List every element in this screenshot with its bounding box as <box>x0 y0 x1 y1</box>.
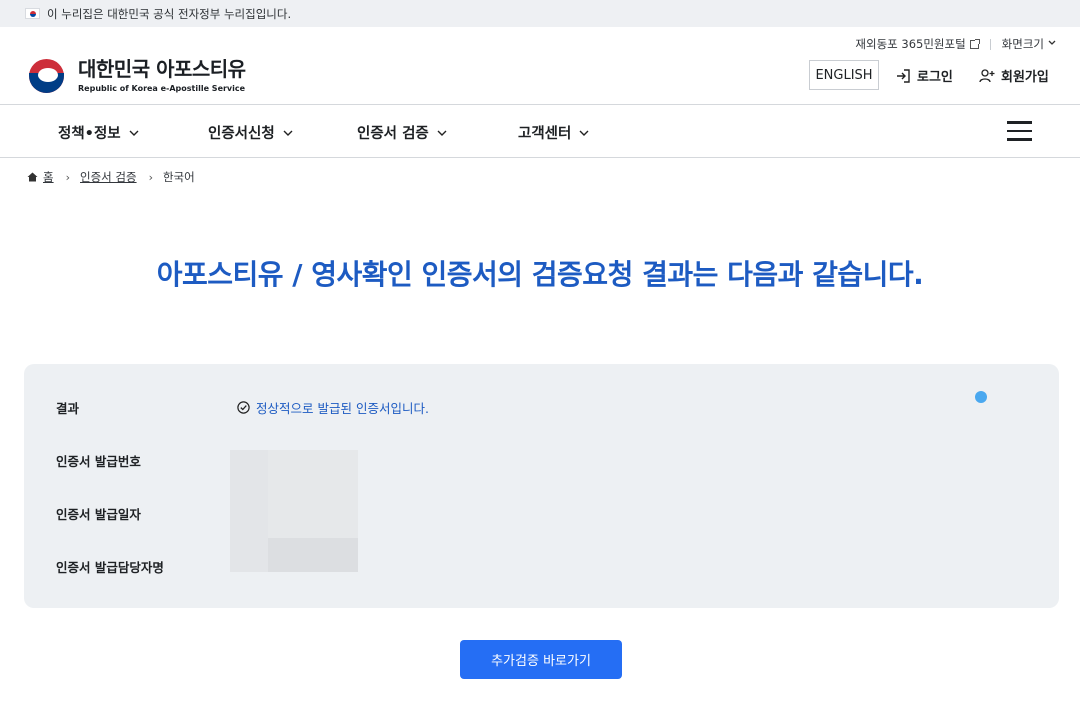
page-title: 아포스티유 / 영사확인 인증서의 검증요청 결과는 다음과 같습니다. <box>156 258 924 291</box>
gov-official-banner: 이 누리집은 대한민국 공식 전자정부 누리집입니다. <box>0 0 1080 27</box>
chevron-down-icon <box>1048 39 1056 49</box>
check-circle-icon <box>237 401 250 414</box>
site-logo[interactable]: 대한민국 아포스티유 Republic of Korea e-Apostille… <box>24 53 246 98</box>
verification-result-panel: 결과 인증서 발급번호 인증서 발급일자 인증서 발급담당자명 정상적으로 발급… <box>24 364 1059 608</box>
breadcrumb-current: 한국어 <box>162 170 195 184</box>
result-status: 정상적으로 발급된 인증서입니다. <box>237 398 429 417</box>
utility-bar: 재외동포 365민원포털 화면크기 <box>855 36 1056 52</box>
redacted-values <box>230 450 358 572</box>
nav-item-policy[interactable]: 정책•정보 <box>58 122 139 143</box>
nav-label: 인증서신청 <box>208 126 275 142</box>
breadcrumb: 홈 › 인증서 검증 › 한국어 <box>27 169 195 185</box>
indicator-dot <box>975 391 987 403</box>
menu-icon[interactable] <box>1007 121 1032 141</box>
additional-verify-button[interactable]: 추가검증 바로가기 <box>460 640 622 679</box>
issuer-name-label: 인증서 발급담당자명 <box>56 560 164 575</box>
result-label: 결과 <box>56 401 80 416</box>
logo-title: 대한민국 아포스티유 <box>78 57 246 81</box>
nav-item-verify[interactable]: 인증서 검증 <box>357 122 447 143</box>
chevron-down-icon <box>283 125 293 141</box>
home-icon <box>27 172 38 182</box>
nav-item-apply[interactable]: 인증서신청 <box>208 122 293 143</box>
chevron-right-icon: › <box>65 170 70 184</box>
nav-label: 고객센터 <box>518 126 572 142</box>
chevron-down-icon <box>579 125 589 141</box>
join-link[interactable]: 회원가입 <box>979 66 1049 85</box>
login-icon <box>897 68 910 83</box>
result-status-text: 정상적으로 발급된 인증서입니다. <box>256 401 429 416</box>
screen-size-button[interactable]: 화면크기 <box>1002 36 1044 52</box>
main-nav: 정책•정보 인증서신청 인증서 검증 고객센터 <box>0 104 1080 158</box>
gov-banner-text: 이 누리집은 대한민국 공식 전자정부 누리집입니다. <box>47 6 292 21</box>
nav-item-support[interactable]: 고객센터 <box>518 122 589 143</box>
logo-subtitle: Republic of Korea e-Apostille Service <box>78 84 246 93</box>
login-label: 로그인 <box>917 70 953 85</box>
chevron-right-icon: › <box>148 170 153 184</box>
chevron-down-icon <box>437 125 447 141</box>
join-label: 회원가입 <box>1001 70 1049 85</box>
portal-link[interactable]: 재외동포 365민원포털 <box>855 36 965 52</box>
issue-date-label: 인증서 발급일자 <box>56 507 141 522</box>
breadcrumb-home[interactable]: 홈 <box>43 169 54 185</box>
chevron-down-icon <box>129 125 139 141</box>
nav-label: 인증서 검증 <box>357 126 429 142</box>
gov-emblem-icon <box>24 53 69 98</box>
issue-number-label: 인증서 발급번호 <box>56 454 141 469</box>
breadcrumb-parent[interactable]: 인증서 검증 <box>80 169 137 185</box>
english-button[interactable]: ENGLISH <box>809 60 879 90</box>
korea-flag-icon <box>25 8 40 19</box>
add-user-icon <box>979 68 995 82</box>
divider <box>989 38 991 50</box>
external-link-icon <box>969 38 980 49</box>
login-link[interactable]: 로그인 <box>896 66 953 85</box>
nav-label: 정책•정보 <box>58 126 121 142</box>
